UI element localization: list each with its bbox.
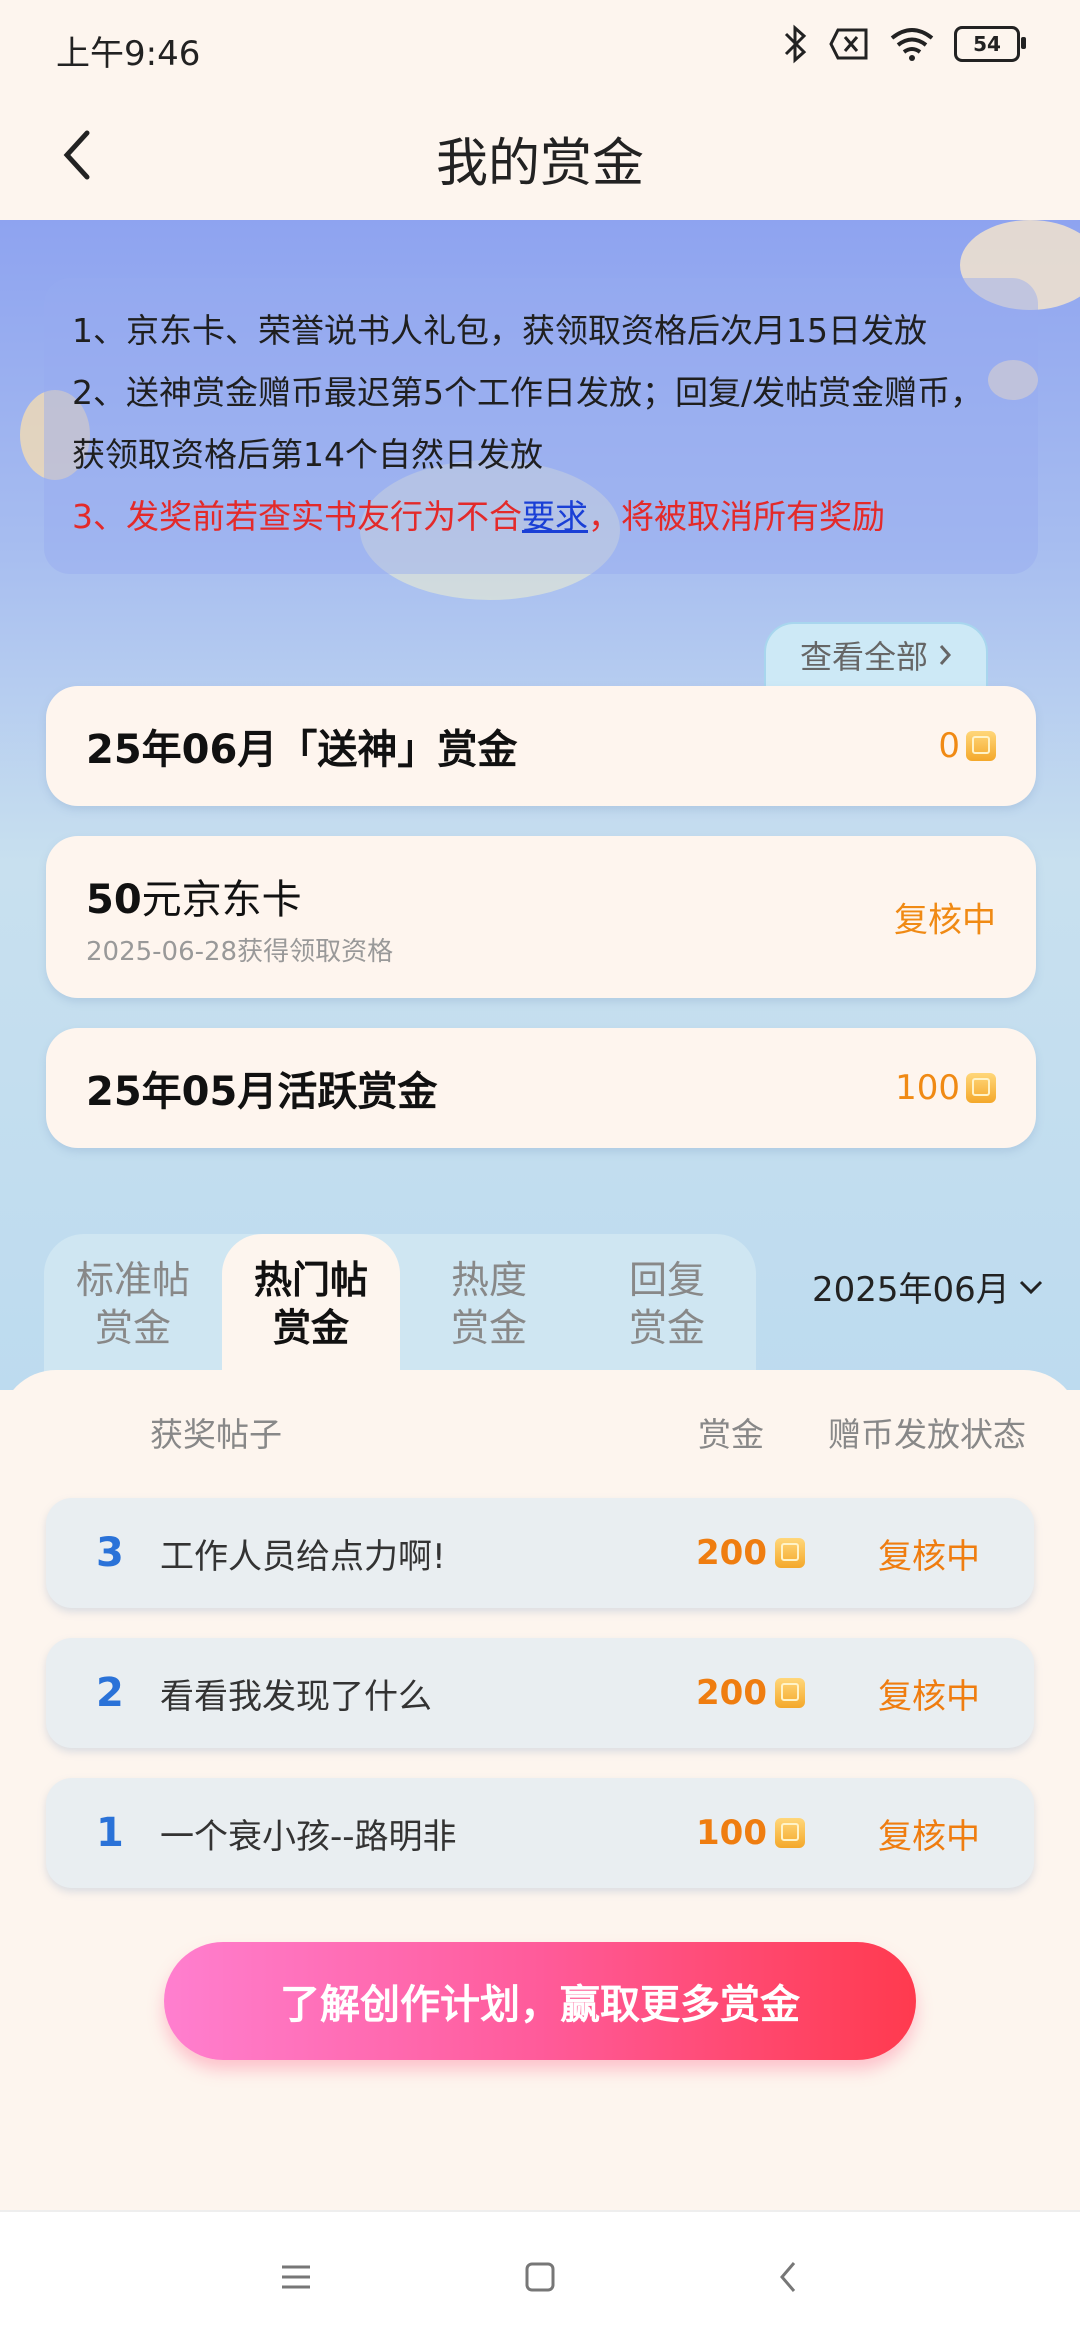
month-value: 2025年06月 [812,1270,1010,1310]
tab-line-2: 赏金 [272,1306,349,1350]
column-header-status: 赠币发放状态 [828,1415,1026,1454]
table-row[interactable]: 2 看看我发现了什么 200 复核中 [46,1638,1034,1748]
table-row[interactable]: 1 一个衰小孩--路明非 100 复核中 [46,1778,1034,1888]
month-selector[interactable]: 2025年06月 [812,1262,1044,1311]
reward-card-active[interactable]: 25年05月活跃赏金 100 [46,1028,1036,1148]
row-rank: 1 [96,1810,124,1856]
tab-line-2: 赏金 [628,1306,705,1350]
home-button[interactable] [510,2252,570,2302]
bluetooth-icon [784,24,807,64]
learn-creation-plan-button[interactable]: 了解创作计划，赢取更多赏金 [164,1942,916,2060]
reward-title-rest: 元京东卡 [141,876,302,923]
system-back-button[interactable] [758,2252,818,2302]
row-post-title: 看看我发现了什么 [160,1676,432,1717]
coin-icon [774,1818,805,1848]
row-amount-value: 200 [696,1673,767,1713]
row-amount: 200 [696,1638,805,1748]
reward-value: 100 [895,1068,996,1108]
page-title: 我的赏金 [435,134,644,194]
reward-title: 25年06月「送神」赏金 [86,727,518,773]
row-status: 复核中 [878,1816,980,1857]
chevron-down-icon [1019,1280,1042,1294]
wifi-icon [890,28,934,61]
column-header-amount: 赏金 [698,1415,764,1454]
tab-standard-post[interactable]: 标准帖 赏金 [44,1234,222,1374]
notice-line-3: 3、发奖前若查实书友行为不合要求，将被取消所有奖励 [72,486,1010,548]
status-time: 上午9:46 [56,34,201,74]
home-icon [525,2262,555,2292]
row-amount-value: 200 [696,1533,767,1573]
reward-type-tabs: 标准帖 赏金 热门帖 赏金 热度 赏金 回复 赏金 [44,1234,756,1374]
view-all-button[interactable]: 查看全部 [764,622,988,686]
row-post-title: 一个衰小孩--路明非 [160,1816,457,1857]
reward-title: 50元京东卡 [86,867,996,925]
tab-line-1: 热度 [450,1258,527,1302]
notice-line-3-prefix: 3、发奖前若查实书友行为不合 [72,497,522,536]
row-amount: 100 [696,1778,805,1888]
tab-line-1: 回复 [628,1258,705,1302]
reward-amount: 100 [895,1068,960,1108]
status-bar: 上午9:46 54 [0,0,1080,95]
row-rank: 3 [96,1530,124,1576]
notice-line-2: 2、送神赏金赠币最迟第5个工作日发放；回复/发帖赏金赠币，获领取资格后第14个自… [72,373,984,474]
tab-line-1: 热门帖 [253,1258,368,1302]
coin-icon [966,731,996,761]
notice-line-1: 1、京东卡、荣誉说书人礼包，获领取资格后次月15日发放 [72,311,927,350]
row-amount-value: 100 [696,1813,767,1853]
battery-icon: 54 [954,26,1026,62]
tab-hot-post[interactable]: 热门帖 赏金 [222,1234,400,1374]
coin-icon [774,1678,805,1708]
battery-level: 54 [973,32,1001,56]
table-row[interactable]: 3 工作人员给点力啊! 200 复核中 [46,1498,1034,1608]
reward-value: 0 [938,726,996,766]
row-amount: 200 [696,1498,805,1608]
view-all-label: 查看全部 [799,638,928,676]
tab-line-2: 赏金 [450,1306,527,1350]
tab-reply[interactable]: 回复 赏金 [578,1234,756,1374]
back-arrow-icon [780,2262,796,2292]
title-bar: 我的赏金 [0,95,1080,220]
coin-icon [966,1073,996,1103]
no-sim-icon [829,28,868,60]
reward-title: 25年05月活跃赏金 [86,1069,438,1115]
tab-line-1: 标准帖 [75,1258,190,1302]
notice-line-3-suffix: ，将被取消所有奖励 [588,497,885,536]
system-nav-bar [0,2210,1080,2342]
row-rank: 2 [96,1670,124,1716]
tab-popularity[interactable]: 热度 赏金 [400,1234,578,1374]
tab-line-2: 赏金 [94,1306,171,1350]
column-header-post: 获奖帖子 [150,1415,282,1454]
row-status: 复核中 [878,1676,980,1717]
reward-title-amount: 50 [86,876,142,923]
chevron-right-icon [939,645,952,665]
menu-icon [282,2265,310,2289]
row-status: 复核中 [878,1536,980,1577]
requirements-link[interactable]: 要求 [522,497,588,536]
reward-subtitle: 2025-06-28获得领取资格 [86,936,394,967]
status-icons: 54 [782,24,1026,64]
coin-icon [774,1538,805,1568]
reward-status: 复核中 [894,900,996,941]
notice-box: 1、京东卡、荣誉说书人礼包，获领取资格后次月15日发放 2、送神赏金赠币最迟第5… [44,278,1038,574]
reward-card-songshen[interactable]: 25年06月「送神」赏金 0 [46,686,1036,806]
reward-amount: 0 [938,726,960,766]
menu-button[interactable] [266,2252,326,2302]
reward-card-jd[interactable]: 50元京东卡 2025-06-28获得领取资格 复核中 [46,836,1036,998]
row-post-title: 工作人员给点力啊! [160,1536,446,1577]
